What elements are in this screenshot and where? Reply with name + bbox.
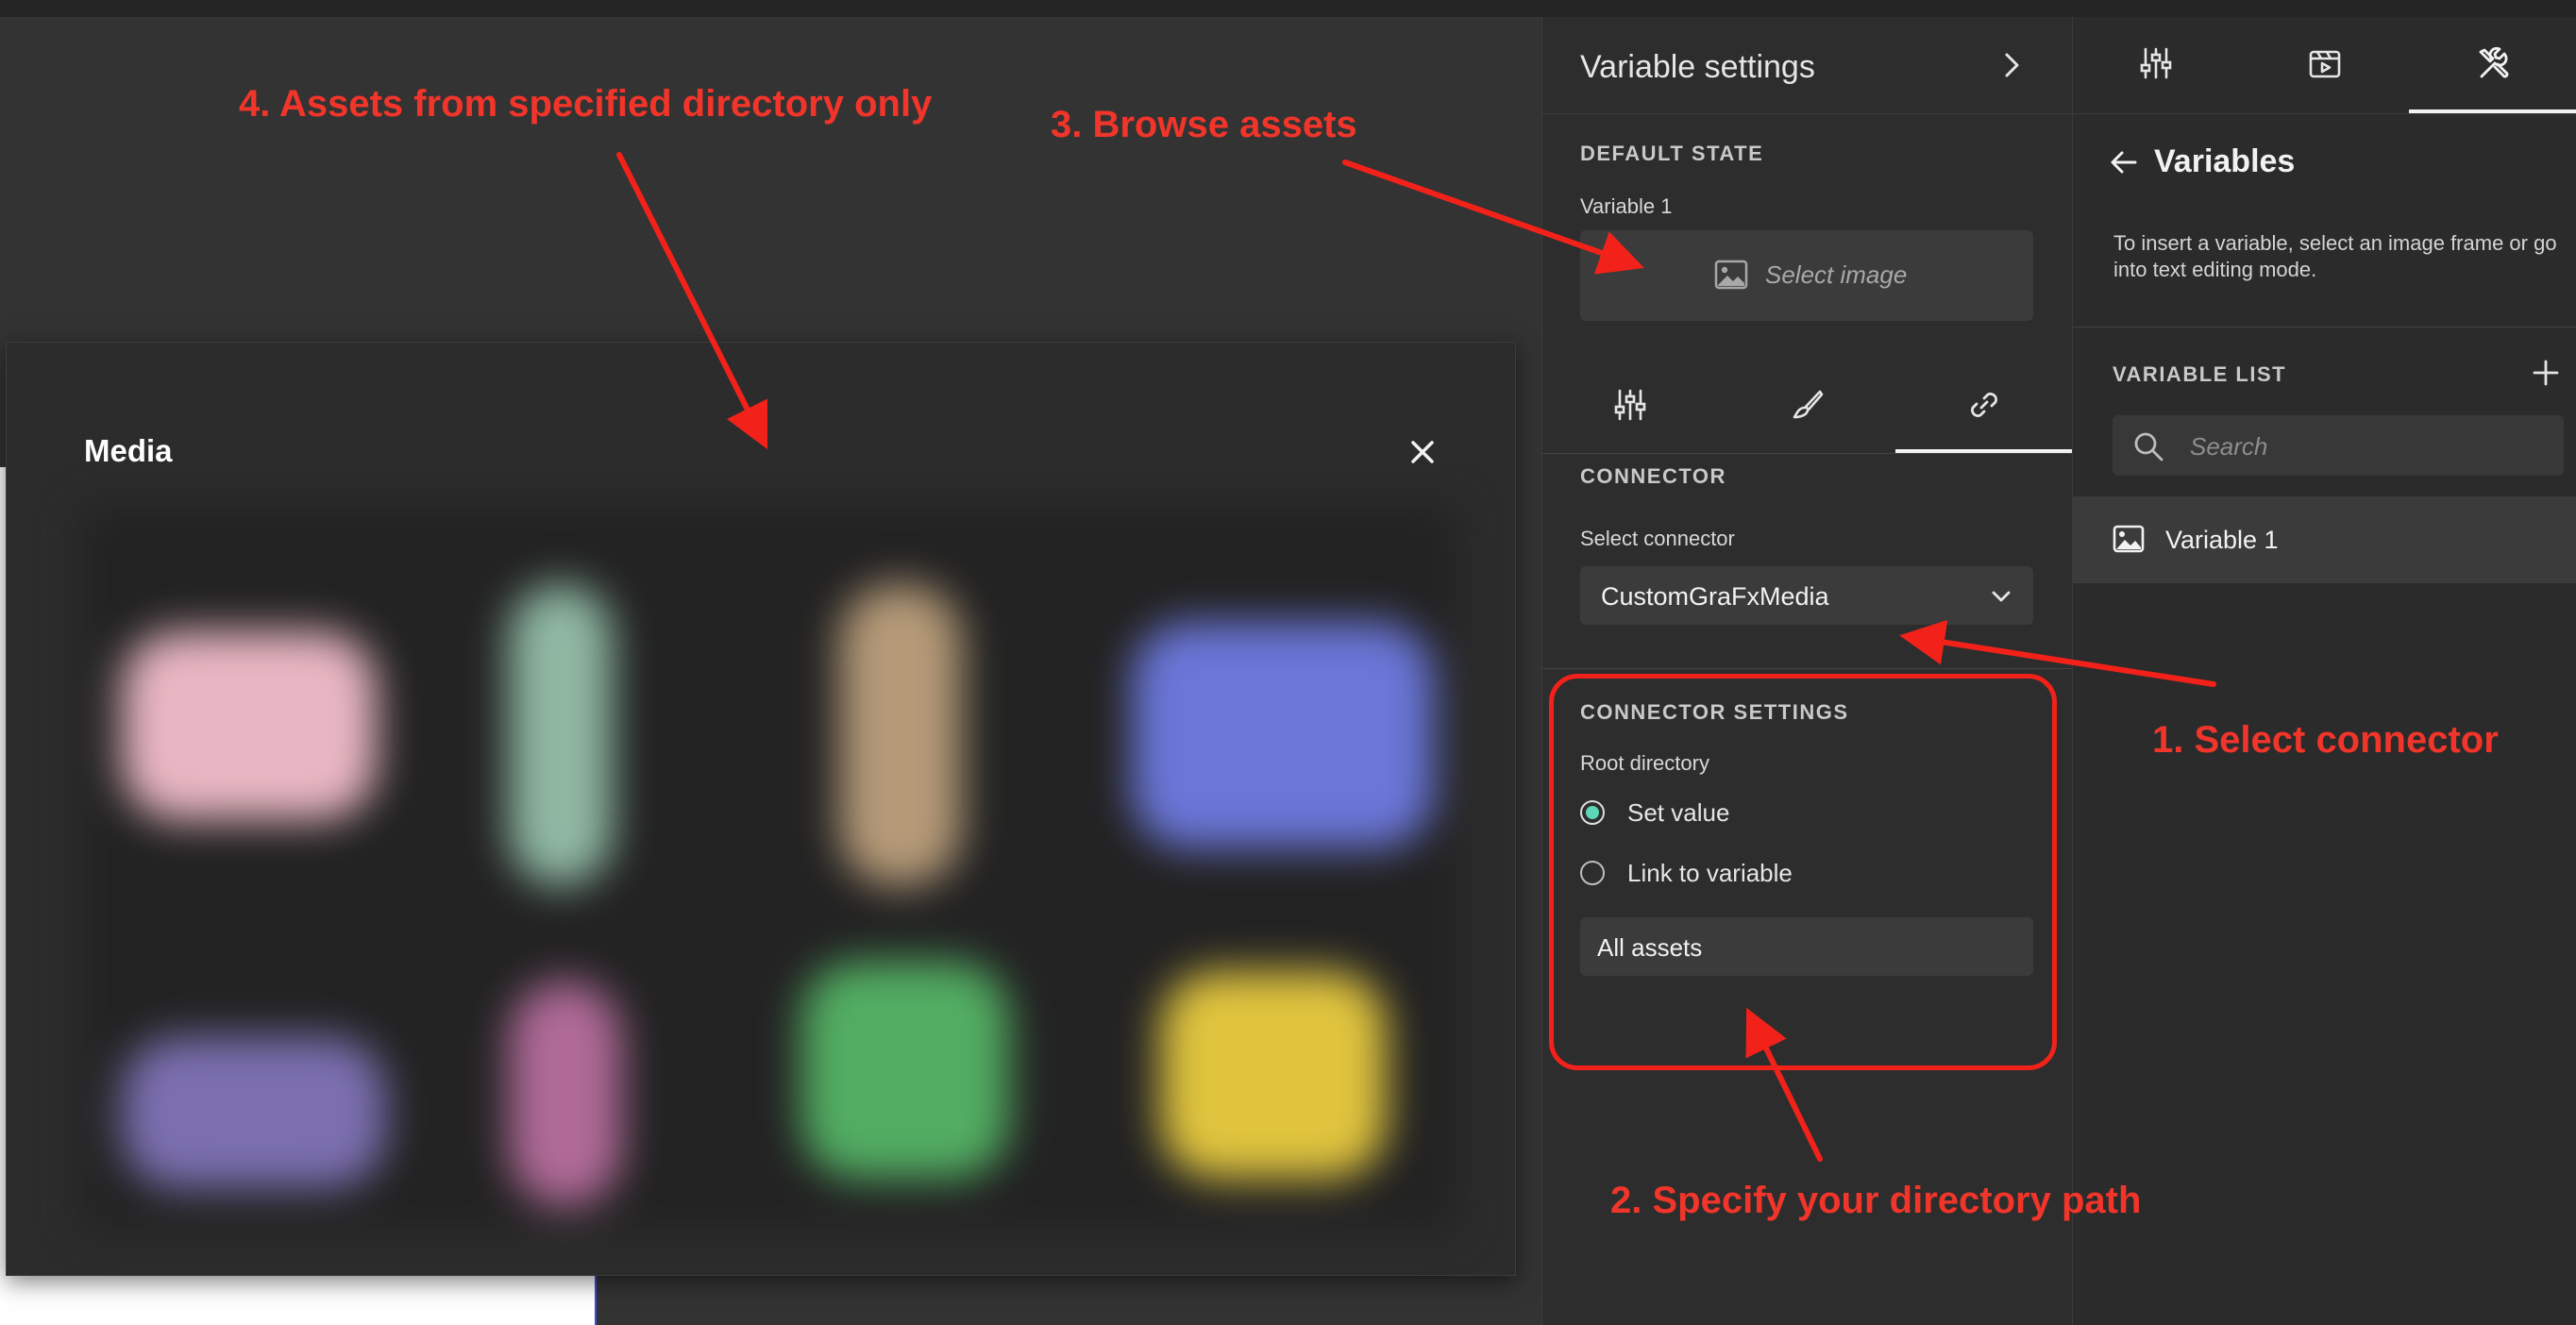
annotation-step-3: 3. Browse assets [1051,104,1357,145]
annotation-arrow-1 [1899,619,2216,687]
annotation-step-4: 4. Assets from specified directory only [239,83,933,125]
annotation-step-2: 2. Specify your directory path [1610,1180,2142,1221]
annotation-arrow-3 [1342,159,1644,275]
annotation-arrows [616,152,2216,1162]
annotation-step-1: 1. Select connector [2152,719,2499,761]
annotation-arrow-4 [616,152,768,450]
annotation-arrow-2 [1745,1007,1823,1162]
